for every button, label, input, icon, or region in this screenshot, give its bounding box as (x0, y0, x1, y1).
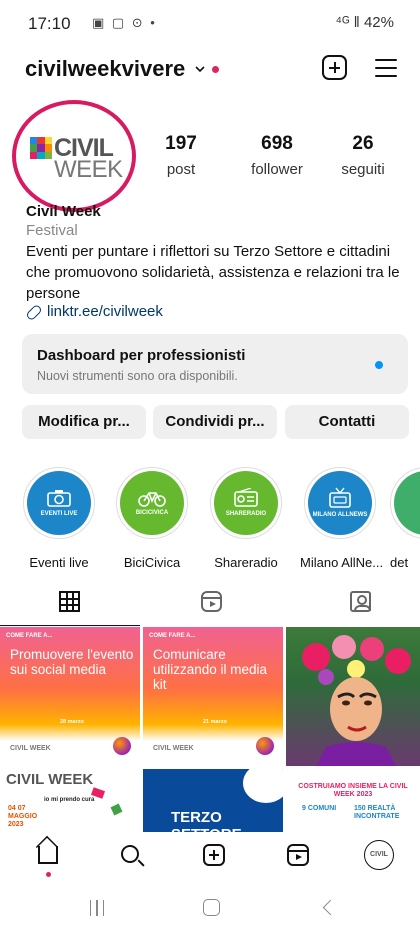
reels-icon[interactable] (287, 844, 309, 866)
decorative-shape-icon (243, 769, 283, 803)
profile-avatar-icon[interactable]: CIVIL (364, 840, 394, 870)
stat-label: seguiti (341, 161, 385, 178)
highlight-cover: EVENTI LIVE (23, 467, 95, 539)
status-bar: 17:10 ▣ ▢ ⊙ • ⁴ᴳ ‖ 42% (0, 0, 420, 44)
decorative-orb-icon (113, 737, 131, 755)
radio-icon (234, 488, 258, 507)
post-title: Comunicare utilizzando il media kit (153, 647, 268, 692)
share-profile-button[interactable]: Condividi pr... (153, 405, 277, 439)
home-icon[interactable] (38, 846, 58, 864)
bio-name: Civil Week (26, 203, 101, 220)
system-navigation (0, 890, 420, 929)
highlight-cover: MILANO ALLNEWS (304, 467, 376, 539)
new-post-icon[interactable] (203, 844, 225, 866)
dashboard-title: Dashboard per professionisti (37, 347, 246, 364)
post-tile[interactable]: COME FARE A... Promuovere l'evento sui s… (0, 627, 140, 766)
new-indicator-dot (375, 361, 383, 369)
chevron-down-icon[interactable] (193, 62, 207, 76)
stat-followers[interactable]: 698 follower (232, 133, 322, 178)
portrait-illustration (302, 635, 411, 766)
tab-grid[interactable] (0, 580, 140, 626)
bottom-navigation: CIVIL (0, 832, 420, 888)
post-date: 21 marzo (203, 719, 227, 725)
tagged-icon (350, 591, 371, 612)
post-tile[interactable]: COSTRUIAMO INSIEME LA CIVIL WEEK 2023 9 … (286, 769, 420, 832)
grid-icon (59, 591, 80, 612)
highlight-partial[interactable]: D det (390, 467, 420, 570)
stat-following[interactable]: 26 seguiti (318, 133, 408, 178)
link-icon (25, 303, 43, 321)
highlight-label: Eventi live (29, 555, 89, 570)
highlight-cover-text: SHARERADIO (225, 511, 267, 517)
confetti-icon (110, 803, 123, 816)
post-tile[interactable]: CIVIL WEEK io mi prendo cura 04 07 MAGGI… (0, 769, 140, 832)
highlight-label: Shareradio (214, 555, 278, 570)
post-small-text: COME FARE A... (6, 633, 53, 639)
recent-apps-icon[interactable] (90, 900, 104, 916)
reels-icon (201, 591, 222, 612)
dashboard-subtitle: Nuovi strumenti sono ora disponibili. (37, 369, 238, 383)
post-tile[interactable]: TERZO SETTORE (143, 769, 283, 832)
stat-posts[interactable]: 197 post (136, 133, 226, 178)
stat-value: 26 (352, 133, 374, 154)
stat-label: post (166, 161, 196, 178)
notification-icons: ▣ ▢ ⊙ • (92, 15, 157, 30)
stat-label: follower (251, 161, 303, 178)
decorative-orb-icon (256, 737, 274, 755)
highlight-cover-text: BICICIVICA (135, 510, 169, 516)
battery-indicator: ⁴ᴳ ‖ 42% (335, 14, 394, 31)
post-tile[interactable]: COME FARE A... Comunicare utilizzando il… (143, 627, 283, 766)
search-icon[interactable] (121, 845, 139, 863)
highlight-label: det (390, 555, 409, 570)
post-title: TERZO SETTORE (171, 809, 242, 832)
stat-value: 197 (165, 133, 197, 154)
edit-profile-button[interactable]: Modifica pr... (22, 405, 146, 439)
post-small-text: COME FARE A... (149, 633, 196, 639)
bicycle-icon (138, 492, 166, 507)
camera-icon (47, 490, 71, 507)
post-date: 04 07 MAGGIO 2023 (8, 805, 38, 828)
profile-tabs (0, 580, 420, 626)
notification-dot (212, 66, 219, 73)
menu-icon[interactable] (375, 58, 397, 78)
profile-username[interactable]: civilweekvivere (25, 56, 185, 82)
highlight-bicicivica[interactable]: BICICIVICA BiciCivica (112, 467, 192, 570)
highlight-cover: SHARERADIO (210, 467, 282, 539)
highlight-eventi-live[interactable]: EVENTI LIVE Eventi live (19, 467, 99, 570)
post-footer: CIVIL WEEK (153, 745, 194, 752)
contacts-button[interactable]: Contatti (285, 405, 409, 439)
highlight-cover-text: MILANO ALLNEWS (312, 512, 368, 518)
highlight-ring (12, 100, 136, 212)
bio-text: Eventi per puntare i riflettori su Terzo… (26, 243, 400, 302)
back-icon[interactable] (322, 899, 339, 916)
post-date: 28 marzo (60, 719, 84, 725)
create-icon[interactable] (322, 55, 347, 80)
tab-reels[interactable] (140, 580, 290, 626)
post-small-text: COSTRUIAMO INSIEME LA CIVIL WEEK 2023 (298, 783, 408, 798)
bio-link[interactable]: linktr.ee/civilweek (25, 303, 163, 321)
status-time: 17:10 (28, 14, 71, 33)
highlight-milano-allnews[interactable]: MILANO ALLNEWS Milano AllNe... (300, 467, 384, 570)
home-active-dot (46, 872, 51, 877)
bio-link-text[interactable]: linktr.ee/civilweek (47, 303, 163, 320)
highlight-cover: BICICIVICA (116, 467, 188, 539)
highlight-cover-text: EVENTI LIVE (40, 511, 78, 517)
professional-dashboard[interactable]: Dashboard per professionisti Nuovi strum… (22, 334, 408, 394)
post-date: 9 COMUNI (302, 805, 337, 812)
post-tile[interactable] (286, 627, 420, 766)
android-home-icon[interactable] (203, 899, 220, 916)
post-title: io mi prendo cura (44, 797, 95, 803)
highlight-cover: D (390, 467, 420, 539)
post-small-text: CIVIL WEEK (6, 771, 94, 788)
post-footer: 150 REALTÀ INCONTRATE (354, 805, 400, 820)
bio-category: Festival (26, 222, 78, 239)
post-title: Promuovere l'evento sui social media (10, 647, 134, 677)
tab-tagged[interactable] (290, 580, 420, 626)
highlight-label: BiciCivica (123, 555, 181, 570)
highlight-label: Milano AllNe... (300, 555, 384, 570)
post-footer: CIVIL WEEK (10, 745, 51, 752)
highlight-shareradio[interactable]: SHARERADIO Shareradio (206, 467, 286, 570)
stat-value: 698 (261, 133, 293, 154)
tv-icon (329, 487, 351, 508)
